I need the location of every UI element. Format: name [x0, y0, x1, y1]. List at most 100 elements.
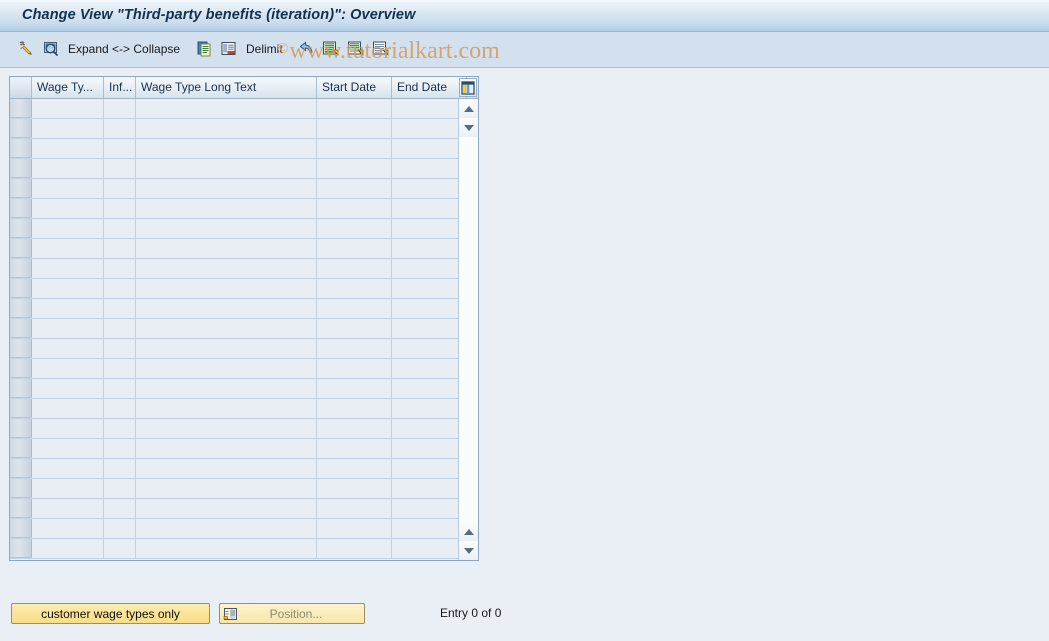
start-date-cell[interactable] [317, 99, 392, 118]
infotype-cell[interactable] [104, 399, 136, 418]
wage-type-cell[interactable] [32, 459, 104, 478]
row-selector-cell[interactable] [10, 399, 32, 418]
start-date-cell[interactable] [317, 539, 392, 558]
end-date-cell[interactable] [392, 439, 467, 458]
table-row[interactable] [10, 99, 478, 119]
column-header-end-date[interactable]: End Date [392, 77, 467, 98]
infotype-cell[interactable] [104, 439, 136, 458]
row-selector-cell[interactable] [10, 219, 32, 238]
deselect-all-icon[interactable] [370, 36, 392, 62]
wage-type-long-text-cell[interactable] [136, 199, 317, 218]
position-button[interactable]: Position... [219, 603, 365, 624]
column-header-wage-type-long-text[interactable]: Wage Type Long Text [136, 77, 317, 98]
infotype-cell[interactable] [104, 539, 136, 558]
start-date-cell[interactable] [317, 199, 392, 218]
start-date-cell[interactable] [317, 159, 392, 178]
table-row[interactable] [10, 239, 478, 259]
row-selector-cell[interactable] [10, 319, 32, 338]
wage-type-long-text-cell[interactable] [136, 139, 317, 158]
display-detail-icon[interactable] [40, 36, 62, 62]
row-selector-cell[interactable] [10, 379, 32, 398]
infotype-cell[interactable] [104, 119, 136, 138]
row-selector-cell[interactable] [10, 519, 32, 538]
end-date-cell[interactable] [392, 199, 467, 218]
infotype-cell[interactable] [104, 199, 136, 218]
infotype-cell[interactable] [104, 259, 136, 278]
start-date-cell[interactable] [317, 279, 392, 298]
table-row[interactable] [10, 419, 478, 439]
row-selector-cell[interactable] [10, 99, 32, 118]
infotype-cell[interactable] [104, 499, 136, 518]
wage-type-cell[interactable] [32, 139, 104, 158]
end-date-cell[interactable] [392, 299, 467, 318]
end-date-cell[interactable] [392, 339, 467, 358]
wage-type-long-text-cell[interactable] [136, 159, 317, 178]
table-row[interactable] [10, 459, 478, 479]
table-row[interactable] [10, 139, 478, 159]
wage-type-cell[interactable] [32, 539, 104, 558]
row-selector-cell[interactable] [10, 539, 32, 558]
start-date-cell[interactable] [317, 359, 392, 378]
start-date-cell[interactable] [317, 219, 392, 238]
table-row[interactable] [10, 159, 478, 179]
wage-type-cell[interactable] [32, 219, 104, 238]
wage-type-long-text-cell[interactable] [136, 359, 317, 378]
previous-icon[interactable] [296, 36, 318, 62]
wage-type-long-text-cell[interactable] [136, 539, 317, 558]
wage-type-cell[interactable] [32, 419, 104, 438]
wage-type-cell[interactable] [32, 319, 104, 338]
end-date-cell[interactable] [392, 99, 467, 118]
wage-type-long-text-cell[interactable] [136, 319, 317, 338]
wage-type-long-text-cell[interactable] [136, 239, 317, 258]
column-header-infotype[interactable]: Inf... [104, 77, 136, 98]
table-row[interactable] [10, 439, 478, 459]
end-date-cell[interactable] [392, 259, 467, 278]
wage-type-long-text-cell[interactable] [136, 299, 317, 318]
row-selector-cell[interactable] [10, 159, 32, 178]
end-date-cell[interactable] [392, 359, 467, 378]
row-selector-cell[interactable] [10, 439, 32, 458]
infotype-cell[interactable] [104, 279, 136, 298]
end-date-cell[interactable] [392, 519, 467, 538]
end-date-cell[interactable] [392, 539, 467, 558]
wage-type-cell[interactable] [32, 99, 104, 118]
wage-type-cell[interactable] [32, 119, 104, 138]
end-date-cell[interactable] [392, 399, 467, 418]
end-date-cell[interactable] [392, 419, 467, 438]
wage-type-cell[interactable] [32, 299, 104, 318]
table-row[interactable] [10, 539, 478, 559]
wage-type-cell[interactable] [32, 259, 104, 278]
end-date-cell[interactable] [392, 459, 467, 478]
table-vertical-scrollbar[interactable] [458, 99, 478, 560]
start-date-cell[interactable] [317, 479, 392, 498]
infotype-cell[interactable] [104, 99, 136, 118]
table-row[interactable] [10, 119, 478, 139]
wage-type-cell[interactable] [32, 339, 104, 358]
start-date-cell[interactable] [317, 399, 392, 418]
copy-as-icon[interactable] [194, 36, 216, 62]
table-row[interactable] [10, 319, 478, 339]
wage-type-cell[interactable] [32, 359, 104, 378]
row-selector-cell[interactable] [10, 359, 32, 378]
infotype-cell[interactable] [104, 179, 136, 198]
wage-type-cell[interactable] [32, 239, 104, 258]
end-date-cell[interactable] [392, 119, 467, 138]
end-date-cell[interactable] [392, 239, 467, 258]
start-date-cell[interactable] [317, 379, 392, 398]
wage-type-long-text-cell[interactable] [136, 419, 317, 438]
wage-type-cell[interactable] [32, 519, 104, 538]
wage-type-long-text-cell[interactable] [136, 459, 317, 478]
table-row[interactable] [10, 259, 478, 279]
end-date-cell[interactable] [392, 219, 467, 238]
end-date-cell[interactable] [392, 279, 467, 298]
table-row[interactable] [10, 479, 478, 499]
table-row[interactable] [10, 499, 478, 519]
wage-type-long-text-cell[interactable] [136, 519, 317, 538]
end-date-cell[interactable] [392, 139, 467, 158]
row-selector-cell[interactable] [10, 139, 32, 158]
row-selector-cell[interactable] [10, 199, 32, 218]
infotype-cell[interactable] [104, 419, 136, 438]
end-date-cell[interactable] [392, 319, 467, 338]
start-date-cell[interactable] [317, 499, 392, 518]
start-date-cell[interactable] [317, 459, 392, 478]
